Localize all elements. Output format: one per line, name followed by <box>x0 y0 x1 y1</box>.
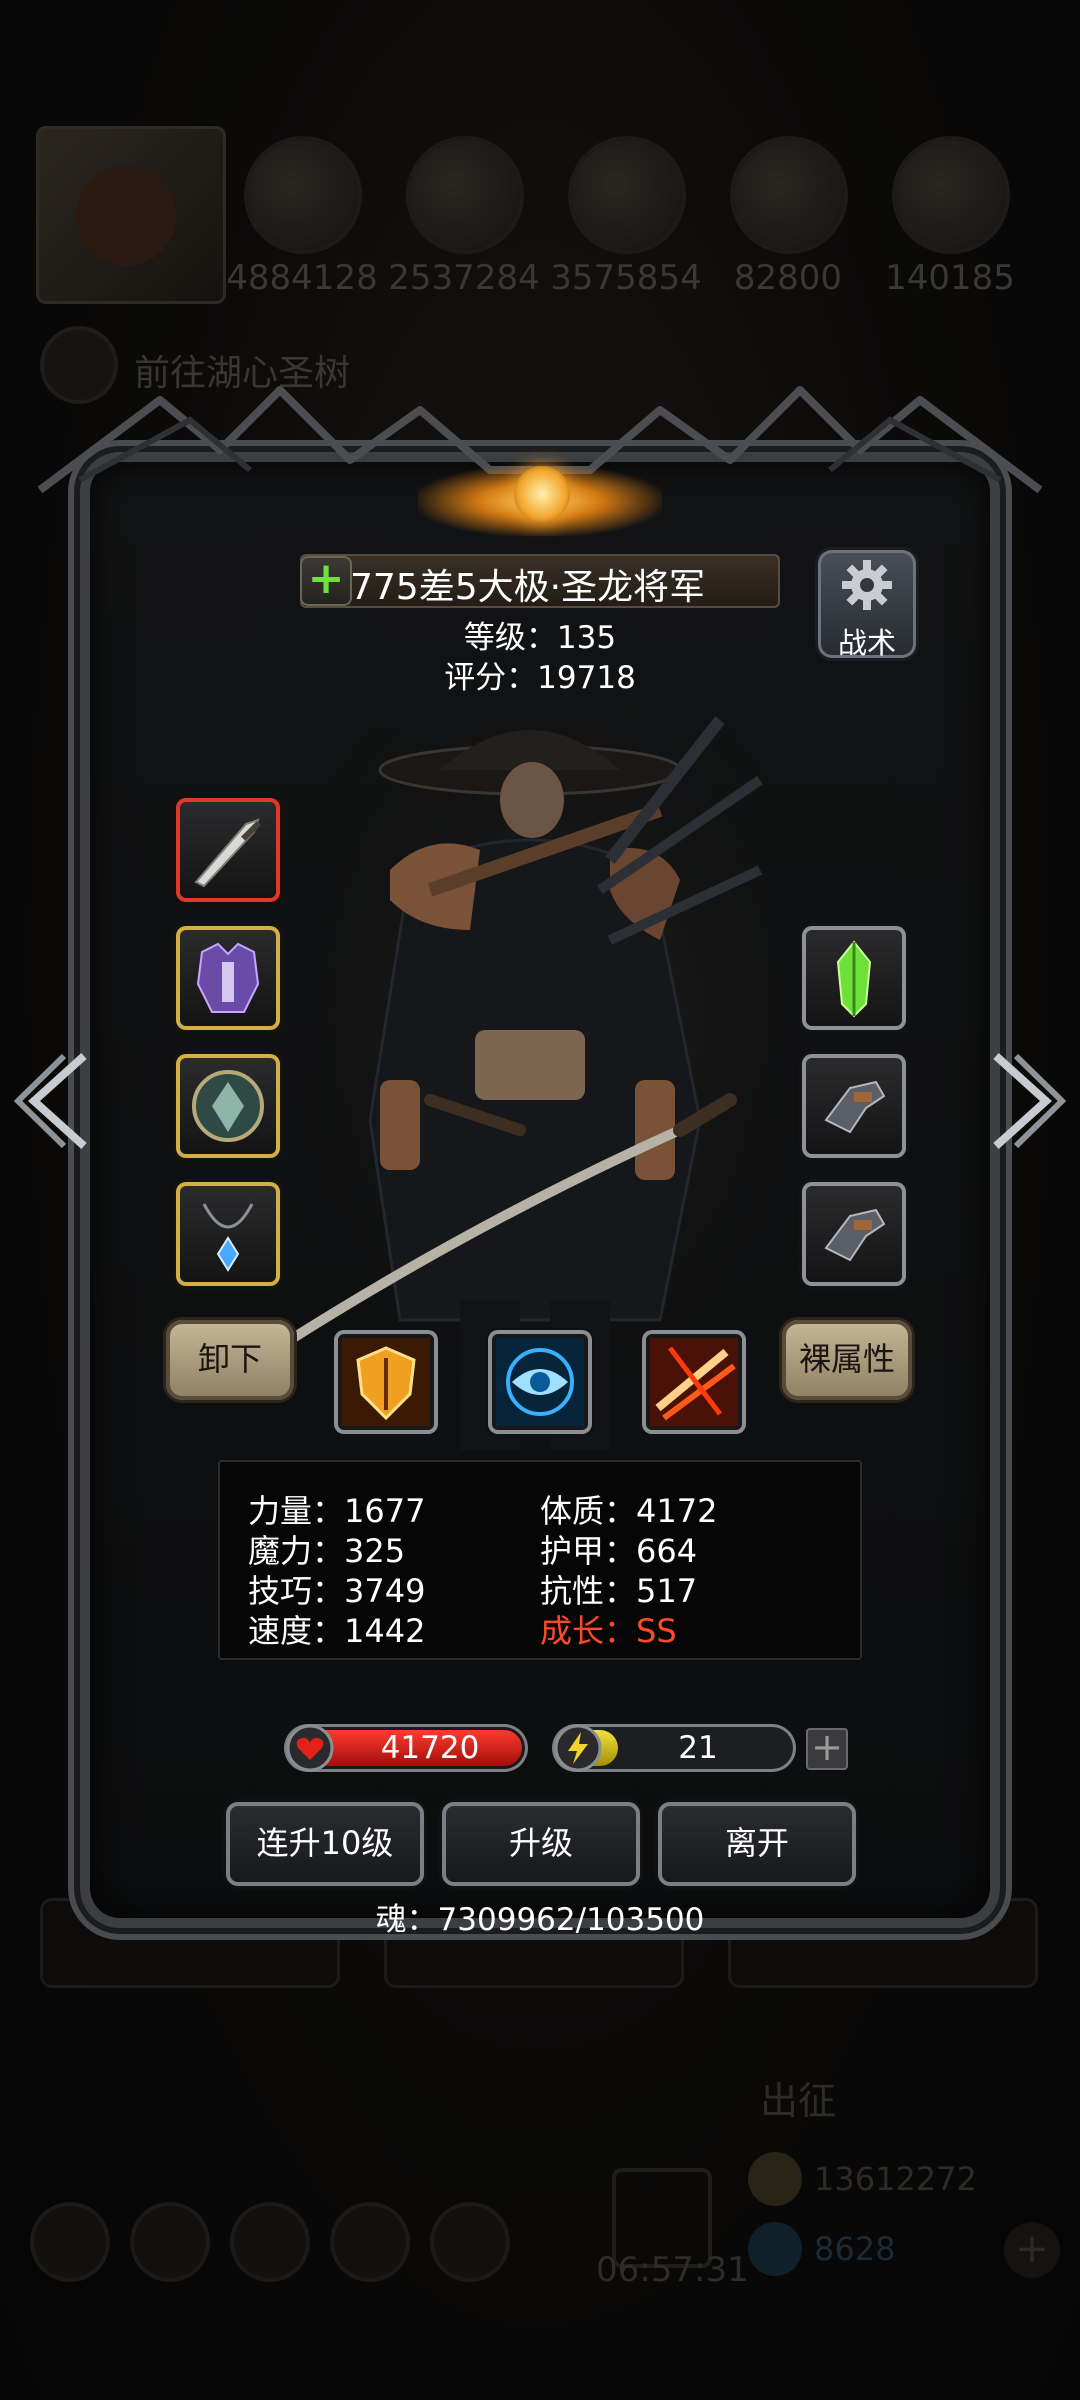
equip-slot-armor[interactable] <box>176 926 280 1030</box>
menu-icon <box>34 2206 106 2278</box>
skill-slot-2[interactable] <box>488 1330 592 1434</box>
level-up-10-button[interactable]: 连升10级 <box>226 1802 424 1886</box>
menu-icon <box>334 2206 406 2278</box>
energy-value: 21 <box>678 1730 718 1766</box>
pumpkin-icon <box>248 140 358 250</box>
slash-skill-icon <box>650 1338 738 1426</box>
armor-icon <box>196 942 260 1013</box>
tactics-button[interactable]: 战术 <box>818 550 916 660</box>
equip-slot-gauntlet-1[interactable] <box>802 1054 906 1158</box>
shield-skill-icon <box>342 1338 430 1426</box>
energy-bar: 21 <box>552 1724 796 1772</box>
shield-emblem-icon <box>192 1070 264 1142</box>
gear-icon <box>842 560 892 610</box>
base-attributes-button[interactable]: 裸属性 <box>782 1320 912 1400</box>
equip-slot-crystal[interactable] <box>802 926 906 1030</box>
resource-value: 4884128 <box>226 258 378 298</box>
stat-growth: 成长：SS <box>540 1612 677 1650</box>
green-crystal-icon <box>836 940 872 1018</box>
equip-slot-weapon[interactable] <box>176 798 280 902</box>
resource-value: 82800 <box>733 258 843 298</box>
previous-hero-arrow-icon[interactable] <box>14 1046 94 1156</box>
gold-coin-icon <box>748 2152 802 2206</box>
hp-bar: 41720 <box>284 1724 528 1772</box>
resource-value: 3575854 <box>550 258 702 298</box>
gem-amount: 8628 <box>814 2230 896 2268</box>
skill-slot-3[interactable] <box>642 1330 746 1434</box>
wood-icon <box>896 140 1006 250</box>
gem-icon <box>748 2222 802 2276</box>
hero-title: 775差5大极·圣龙将军 <box>350 567 706 608</box>
stat-speed: 速度：1442 <box>248 1612 426 1650</box>
level-up-button[interactable]: 升级 <box>442 1802 640 1886</box>
amulet-icon <box>202 1203 254 1272</box>
next-hero-arrow-icon[interactable] <box>986 1046 1066 1156</box>
hp-value: 41720 <box>380 1730 480 1766</box>
resource-value: 140185 <box>885 258 1015 298</box>
bread-icon <box>410 140 520 250</box>
gauntlet-icon <box>824 1080 886 1134</box>
sun-emblem-icon <box>514 466 570 522</box>
countdown-timer: 06:57:31 <box>596 2250 749 2290</box>
paw-icon <box>734 140 844 250</box>
gauntlet-icon <box>824 1208 886 1262</box>
add-energy-button[interactable]: + <box>806 1728 848 1770</box>
menu-icon <box>134 2206 206 2278</box>
leave-button[interactable]: 离开 <box>658 1802 856 1886</box>
skill-slot-1[interactable] <box>334 1330 438 1434</box>
menu-icon <box>234 2206 306 2278</box>
equip-slot-gauntlet-2[interactable] <box>802 1182 906 1286</box>
expedition-label: 出征 <box>760 2079 837 2123</box>
hero-level: 等级：135 <box>463 620 617 656</box>
soul-counter: 魂：7309962/103500 <box>375 1902 705 1938</box>
city-portrait <box>36 126 226 304</box>
hero-score: 评分：19718 <box>444 660 636 696</box>
equip-slot-shield[interactable] <box>176 1054 280 1158</box>
ore-icon <box>572 140 682 250</box>
eye-skill-icon <box>496 1338 584 1426</box>
gold-amount: 13612272 <box>814 2160 977 2198</box>
bg-plus-icon: + <box>1004 2222 1060 2278</box>
greatsword-icon <box>194 818 261 888</box>
heart-icon <box>286 1724 334 1772</box>
screen: 4884128 2537284 3575854 82800 140185 前往湖… <box>0 0 1080 2400</box>
lightning-icon <box>554 1724 602 1772</box>
equip-slot-amulet[interactable] <box>176 1182 280 1286</box>
menu-icon <box>434 2206 506 2278</box>
add-icon[interactable]: + <box>300 556 352 606</box>
resource-value: 2537284 <box>388 258 540 298</box>
tactics-label: 战术 <box>837 626 896 660</box>
unequip-button[interactable]: 卸下 <box>166 1320 294 1400</box>
